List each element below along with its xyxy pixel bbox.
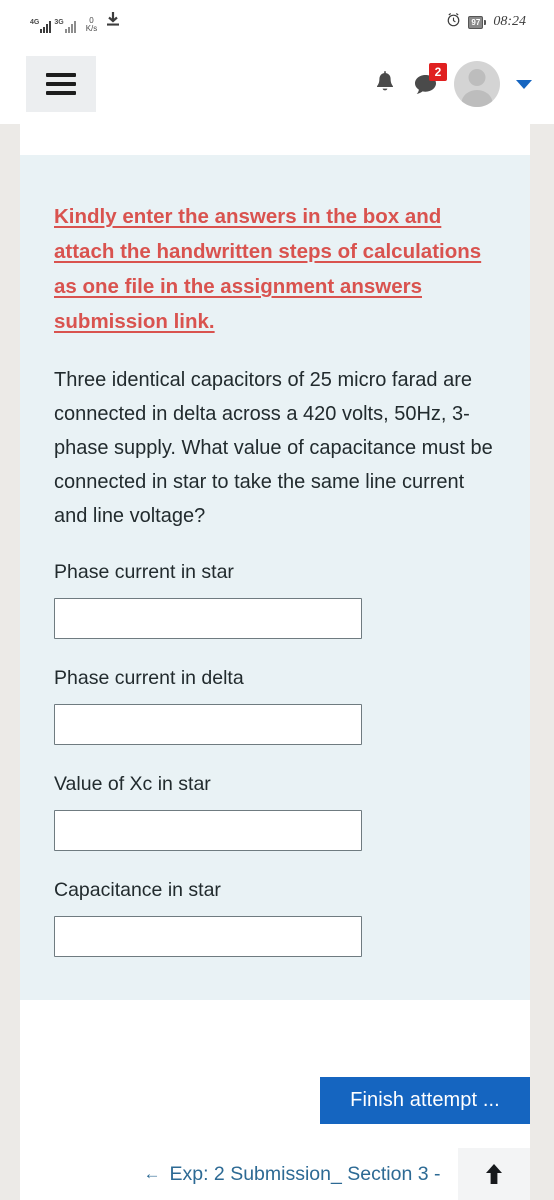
submission-notice: Kindly enter the answers in the box and … bbox=[54, 205, 482, 333]
hamburger-line bbox=[46, 82, 76, 86]
answer-field-capacitance-star: Capacitance in star bbox=[54, 877, 496, 957]
network-type-secondary-label: 3G bbox=[54, 18, 64, 26]
field-label: Phase current in star bbox=[54, 561, 234, 583]
previous-activity-link[interactable]: ← Exp: 2 Submission_ Section 3 - bbox=[110, 1163, 441, 1186]
phase-current-star-input[interactable] bbox=[54, 598, 362, 639]
arrow-left-icon: ← bbox=[143, 1164, 161, 1183]
field-label: Phase current in delta bbox=[54, 667, 244, 689]
user-avatar[interactable] bbox=[454, 61, 500, 107]
data-rate-unit: K/s bbox=[85, 23, 98, 33]
question-text: Three identical capacitors of 25 micro f… bbox=[54, 369, 493, 527]
status-bar-left: 4G 3G 0 K/s bbox=[0, 11, 120, 33]
signal-strength-icon bbox=[40, 20, 52, 33]
status-bar-clock: 08:24 bbox=[493, 14, 526, 29]
signal-4g: 4G bbox=[30, 18, 52, 33]
phone-screen: 4G 3G 0 K/s 97 08:24 2 Kindly enter the … bbox=[0, 0, 554, 1200]
network-type-primary-label: 4G bbox=[30, 18, 40, 26]
battery-level-label: 97 bbox=[468, 15, 484, 29]
app-header: 2 bbox=[0, 44, 554, 124]
field-label: Value of Xc in star bbox=[54, 773, 211, 795]
battery-indicator: 97 bbox=[468, 15, 487, 29]
messages-badge: 2 bbox=[429, 62, 447, 81]
battery-tip bbox=[484, 19, 487, 25]
chevron-down-icon[interactable] bbox=[516, 79, 532, 89]
capacitance-star-input[interactable] bbox=[54, 916, 362, 957]
answer-field-phase-current-star: Phase current in star bbox=[54, 559, 496, 639]
finish-attempt-row: Finish attempt ... bbox=[20, 1077, 530, 1125]
hamburger-line bbox=[46, 91, 76, 95]
alarm-clock-icon bbox=[446, 12, 461, 32]
app-header-actions: 2 bbox=[373, 61, 554, 107]
finish-attempt-button[interactable]: Finish attempt ... bbox=[320, 1077, 530, 1124]
signal-strength-secondary-icon bbox=[64, 20, 76, 33]
answer-field-phase-current-delta: Phase current in delta bbox=[54, 665, 496, 745]
question-card: Kindly enter the answers in the box and … bbox=[20, 155, 530, 1000]
status-bar-right: 97 08:24 bbox=[446, 12, 554, 32]
arrow-up-icon[interactable] bbox=[458, 1148, 530, 1200]
messages-icon[interactable]: 2 bbox=[413, 62, 447, 97]
xc-star-input[interactable] bbox=[54, 810, 362, 851]
download-icon bbox=[106, 11, 120, 32]
page-content: Kindly enter the answers in the box and … bbox=[20, 124, 530, 1200]
field-label: Capacitance in star bbox=[54, 879, 221, 901]
system-status-bar: 4G 3G 0 K/s 97 08:24 bbox=[0, 0, 554, 44]
signal-3g: 3G bbox=[54, 18, 76, 33]
data-rate: 0 K/s bbox=[85, 16, 98, 33]
previous-activity-label: Exp: 2 Submission_ Section 3 - bbox=[169, 1162, 441, 1185]
notification-bell-icon[interactable] bbox=[373, 71, 397, 97]
phase-current-delta-input[interactable] bbox=[54, 704, 362, 745]
answer-field-xc-star: Value of Xc in star bbox=[54, 771, 496, 851]
bottom-navigation-bar: ← Exp: 2 Submission_ Section 3 - bbox=[20, 1148, 530, 1200]
hamburger-menu-icon[interactable] bbox=[26, 56, 96, 112]
hamburger-line bbox=[46, 73, 76, 77]
